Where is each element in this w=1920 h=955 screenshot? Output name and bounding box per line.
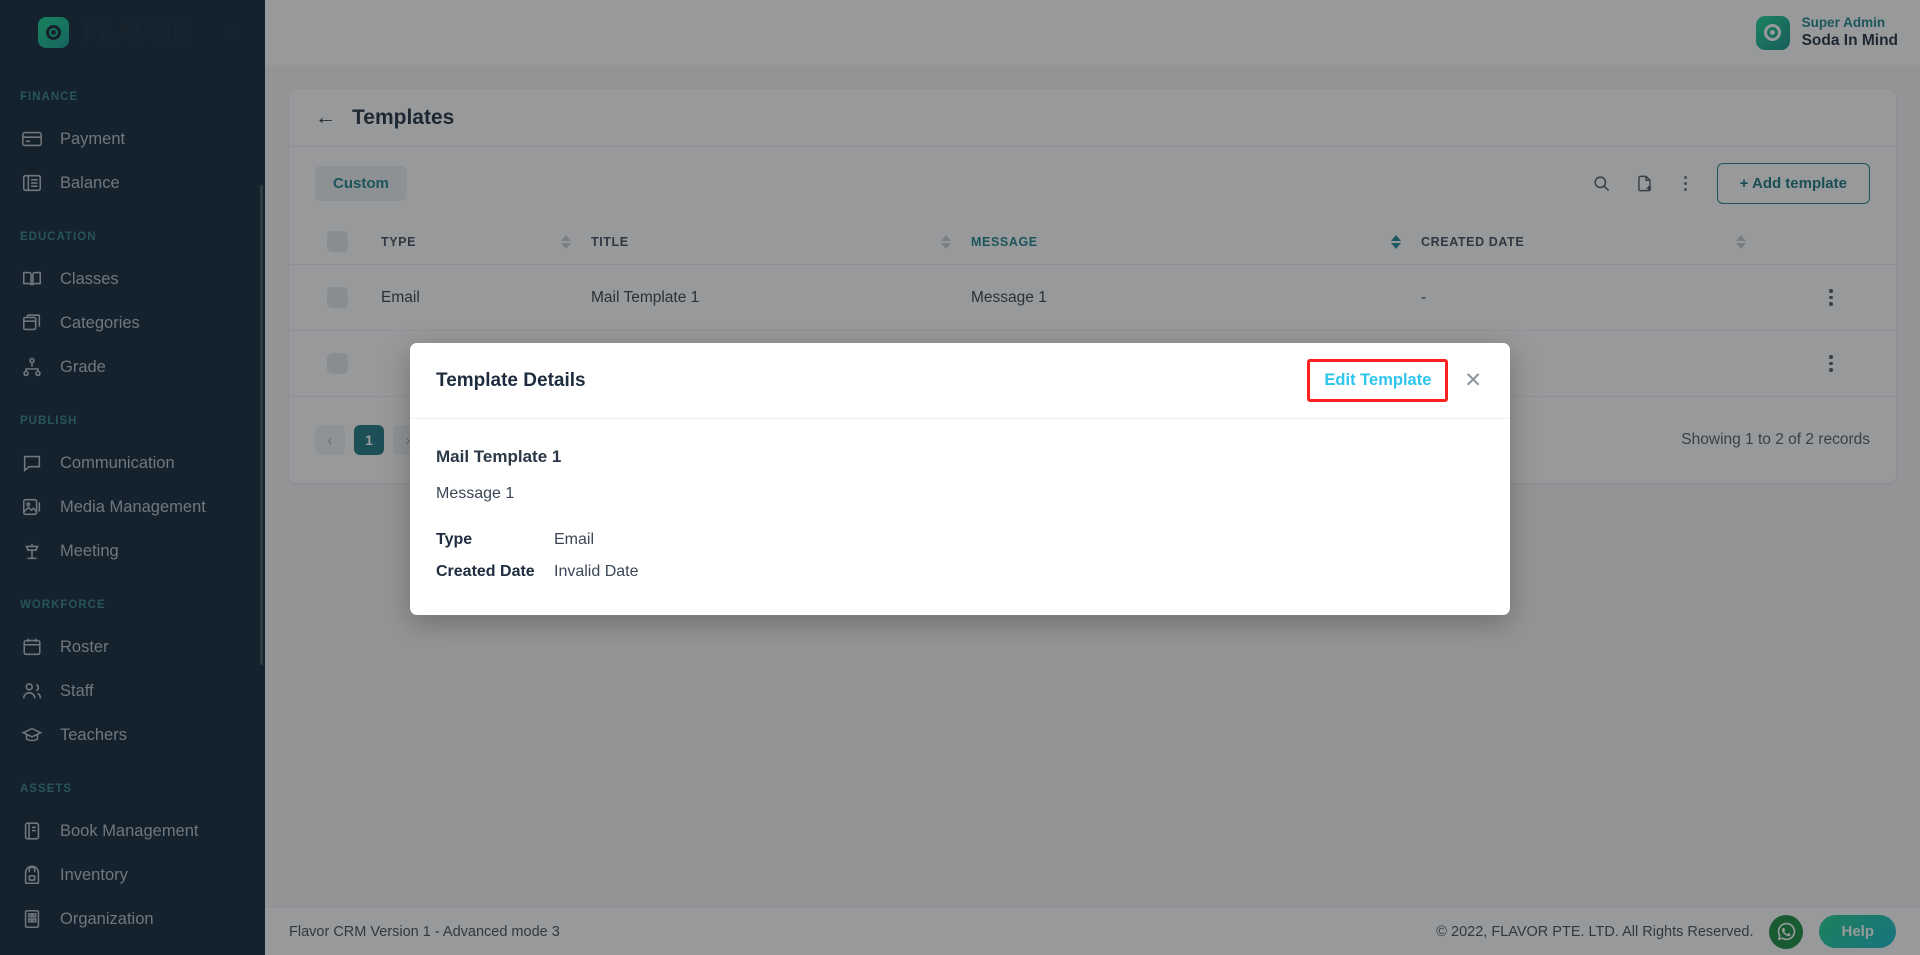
edit-template-highlight: Edit Template: [1307, 359, 1449, 402]
field-created-date: Created Date Invalid Date: [436, 563, 1484, 581]
template-name: Mail Template 1: [436, 447, 562, 466]
close-icon[interactable]: ✕: [1458, 370, 1488, 391]
edit-template-button[interactable]: Edit Template: [1324, 371, 1431, 390]
field-label: Type: [436, 531, 473, 548]
modal-body: Mail Template 1 Message 1 Type Email Cre…: [410, 419, 1510, 615]
field-type: Type Email: [436, 531, 1484, 549]
field-label: Created Date: [436, 563, 535, 580]
field-value: Invalid Date: [554, 563, 639, 580]
field-value: Email: [554, 531, 595, 548]
modal-header: Template Details Edit Template ✕: [410, 343, 1510, 419]
modal-title: Template Details: [436, 369, 586, 391]
template-details-modal: Template Details Edit Template ✕ Mail Te…: [410, 343, 1510, 615]
template-message: Message 1: [436, 485, 515, 502]
